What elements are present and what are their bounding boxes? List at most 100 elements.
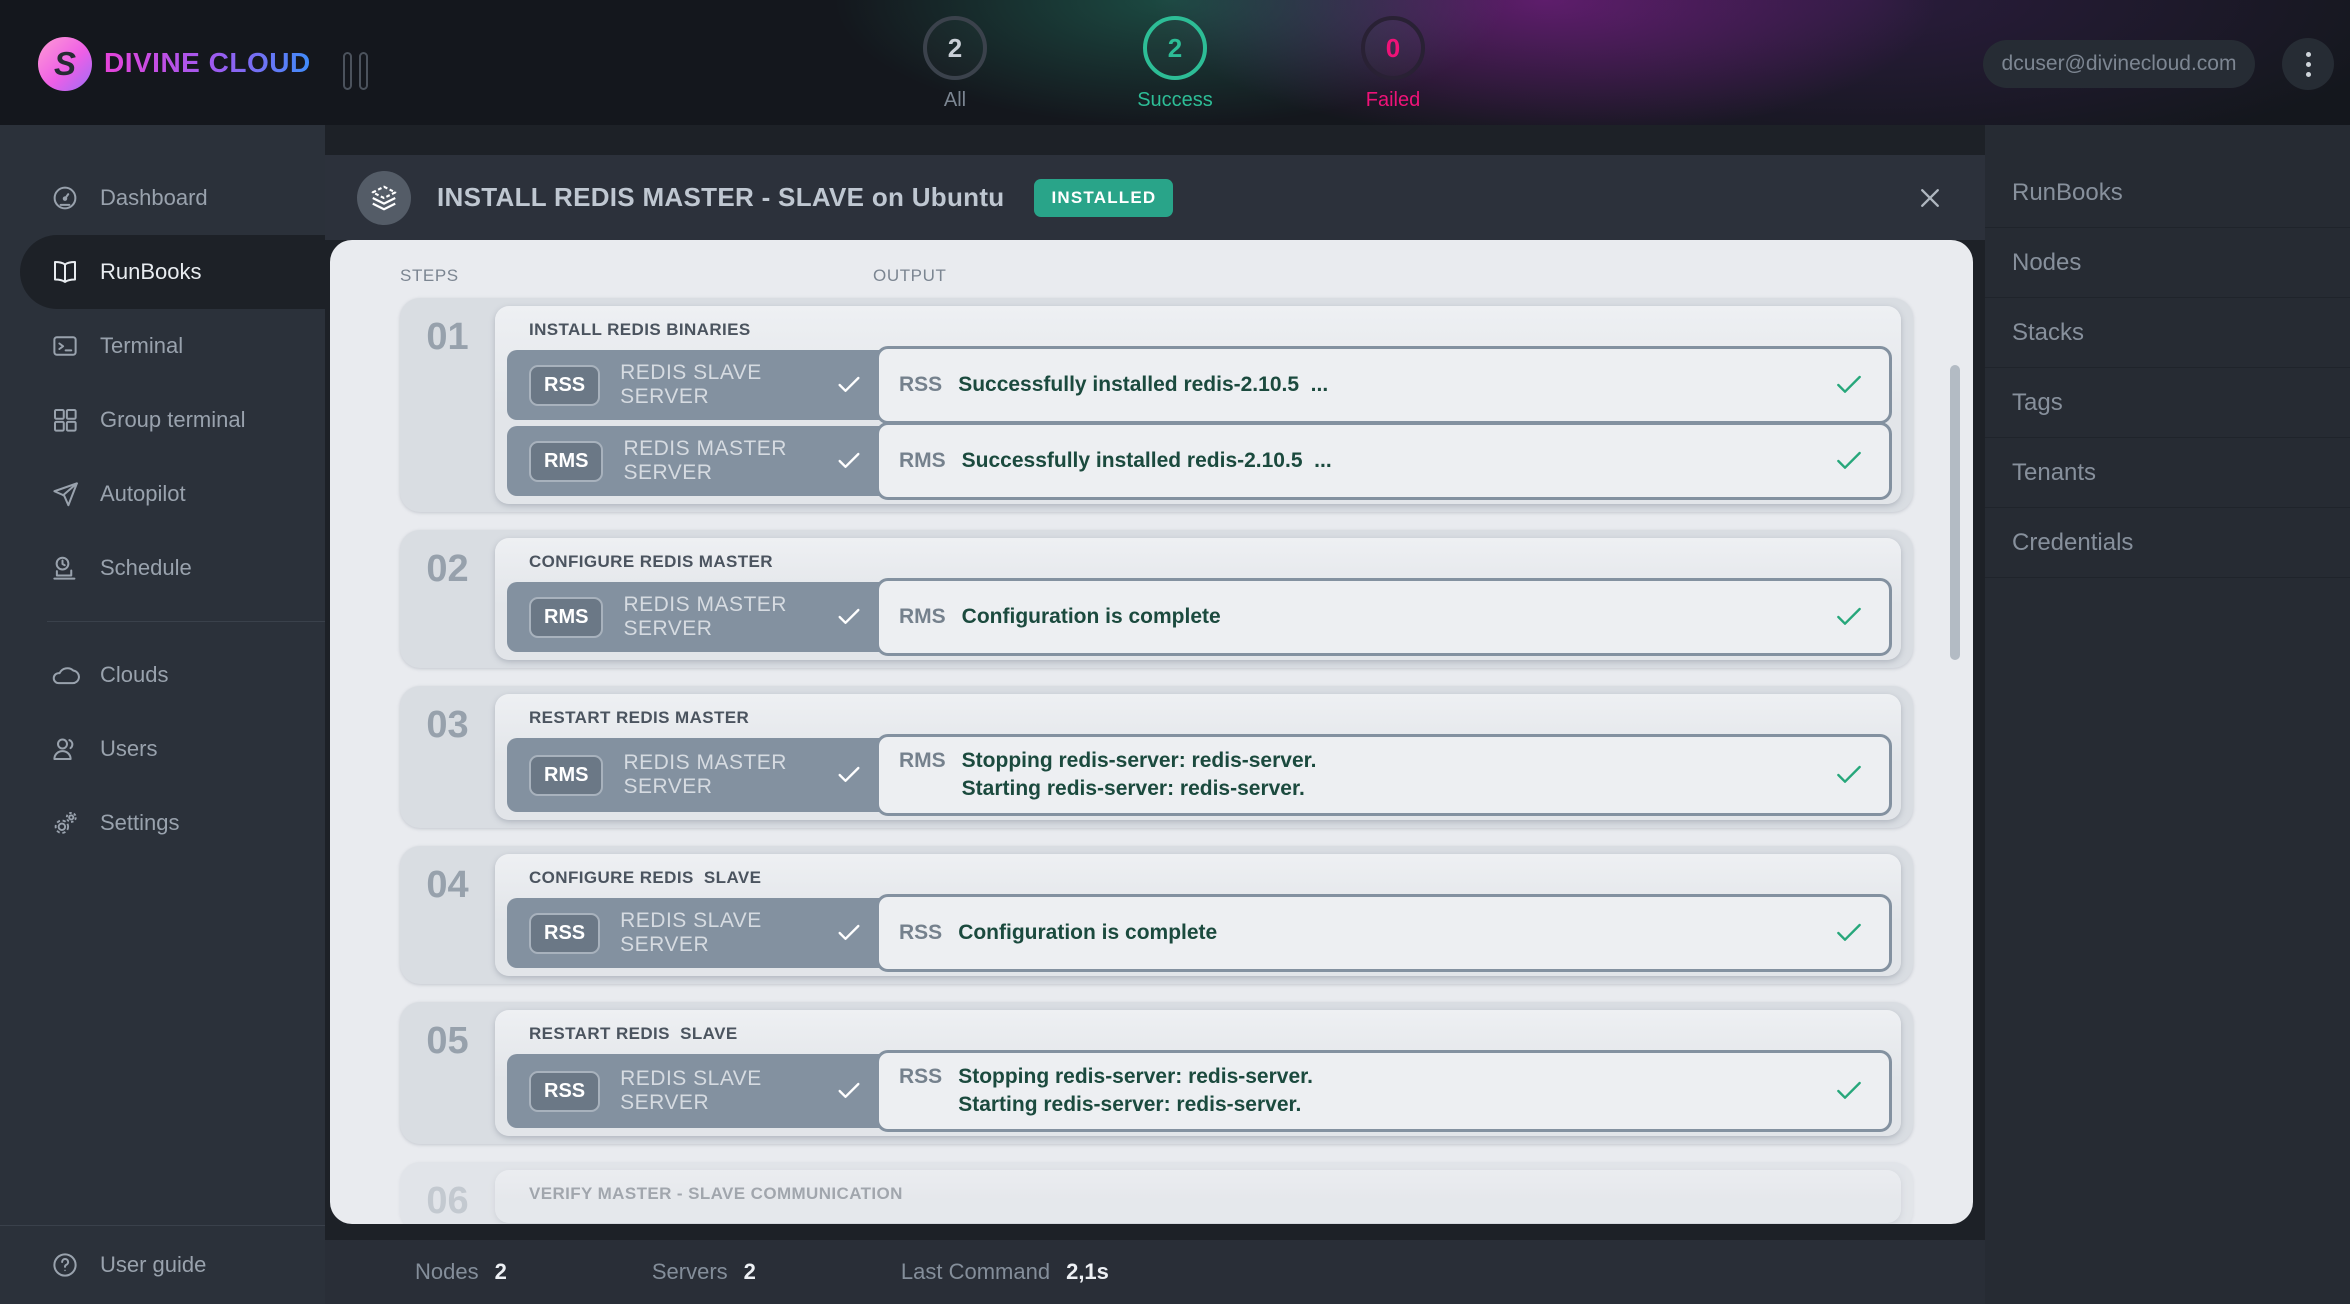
success-check-icon <box>1833 601 1865 633</box>
counter-success-label: Success <box>1110 89 1240 112</box>
output-box: RMS Successfully installed redis-2.10.5 … <box>876 422 1892 500</box>
right-sidebar: RunBooks Nodes Stacks Tags Tenants Crede… <box>1985 125 2350 1304</box>
scrollbar-thumb[interactable] <box>1950 365 1960 660</box>
sidebar-item-dashboard[interactable]: Dashboard <box>0 161 325 235</box>
output-message: Configuration is complete <box>962 603 1221 631</box>
step-number: 04 <box>400 854 495 976</box>
runbook-title: INSTALL REDIS MASTER - SLAVE on Ubuntu <box>437 182 1004 213</box>
right-sidebar-item-stacks[interactable]: Stacks <box>1985 298 2350 368</box>
step-number: 02 <box>400 538 495 660</box>
counter-failed[interactable]: 0 Failed <box>1328 16 1458 112</box>
counter-all[interactable]: 2 All <box>890 16 1020 112</box>
output-message: Configuration is complete <box>958 919 1217 947</box>
step-06: 06 VERIFY MASTER - SLAVE COMMUNICATION <box>400 1162 1913 1224</box>
right-sidebar-item-runbooks[interactable]: RunBooks <box>1985 158 2350 228</box>
terminal-icon <box>50 331 80 361</box>
server-chip: RSS REDIS SLAVE SERVER <box>507 350 879 420</box>
step-title: CONFIGURE REDIS MASTER <box>529 552 1889 572</box>
layers-stack-icon <box>357 171 411 225</box>
steps-column-header: STEPS <box>400 266 873 286</box>
sidebar-item-user-guide[interactable]: User guide <box>0 1226 325 1304</box>
right-sidebar-item-nodes[interactable]: Nodes <box>1985 228 2350 298</box>
sidebar-item-label: Clouds <box>100 662 168 688</box>
server-row[interactable]: RSS REDIS SLAVE SERVER RSS Configuration… <box>507 898 1889 968</box>
step-title: RESTART REDIS SLAVE <box>529 1024 1889 1044</box>
kebab-menu-icon <box>2306 62 2311 67</box>
status-badge: INSTALLED <box>1034 179 1173 217</box>
step-05: 05 RESTART REDIS SLAVE RSS REDIS SLAVE S… <box>400 1002 1913 1144</box>
server-name: REDIS SLAVE SERVER <box>620 1067 835 1115</box>
step-number: 06 <box>400 1170 495 1223</box>
sidebar-divider <box>47 621 325 622</box>
sidebar-item-schedule[interactable]: Schedule <box>0 531 325 605</box>
sidebar-item-label: Group terminal <box>100 407 246 433</box>
output-server-code: RSS <box>899 371 942 399</box>
sidebar-item-group-terminal[interactable]: Group terminal <box>0 383 325 457</box>
server-chip: RMS REDIS MASTER SERVER <box>507 426 879 496</box>
step-card: CONFIGURE REDIS SLAVE RSS REDIS SLAVE SE… <box>495 854 1901 976</box>
server-row[interactable]: RMS REDIS MASTER SERVER RMS Successfully… <box>507 426 1889 496</box>
stat-label: Servers <box>652 1259 728 1285</box>
stat-label: Nodes <box>415 1259 479 1285</box>
kebab-menu-icon <box>2306 72 2311 77</box>
server-name: REDIS MASTER SERVER <box>623 751 835 799</box>
kebab-menu-button[interactable] <box>2282 38 2334 90</box>
counter-success[interactable]: 2 Success <box>1110 16 1240 112</box>
output-server-code: RMS <box>899 447 946 475</box>
output-message: Stopping redis-server: redis-server. <box>962 747 1317 775</box>
step-03: 03 RESTART REDIS MASTER RMS REDIS MASTER… <box>400 686 1913 828</box>
sidebar-collapse-button[interactable] <box>343 52 368 90</box>
server-row[interactable]: RSS REDIS SLAVE SERVER RSS Successfully … <box>507 350 1889 420</box>
server-row[interactable]: RMS REDIS MASTER SERVER RMS Configuratio… <box>507 582 1889 652</box>
sidebar-item-label: Schedule <box>100 555 192 581</box>
server-code-badge: RMS <box>529 755 603 796</box>
close-button[interactable] <box>1917 185 1943 211</box>
right-sidebar-item-tags[interactable]: Tags <box>1985 368 2350 438</box>
counter-failed-label: Failed <box>1328 89 1458 112</box>
top-bar: S DIVINE CLOUD 2 All 2 Success 0 Failed … <box>0 0 2350 125</box>
user-email-pill[interactable]: dcuser@divinecloud.com <box>1983 40 2255 88</box>
grid-icon <box>50 405 80 435</box>
step-number: 03 <box>400 694 495 820</box>
stat-nodes: Nodes 2 <box>415 1259 507 1285</box>
gauge-icon <box>50 183 80 213</box>
counter-failed-value: 0 <box>1361 16 1425 80</box>
output-message: Stopping redis-server: redis-server. <box>958 1063 1313 1091</box>
step-card: RESTART REDIS MASTER RMS REDIS MASTER SE… <box>495 694 1901 820</box>
step-card: INSTALL REDIS BINARIES RSS REDIS SLAVE S… <box>495 306 1901 504</box>
sidebar-item-runbooks[interactable]: RunBooks <box>20 235 325 309</box>
users-icon <box>50 734 80 764</box>
sidebar-item-autopilot[interactable]: Autopilot <box>0 457 325 531</box>
server-chip: RSS REDIS SLAVE SERVER <box>507 898 879 968</box>
sidebar-item-settings[interactable]: Settings <box>0 786 325 860</box>
server-row[interactable]: RMS REDIS MASTER SERVER RMS Stopping red… <box>507 738 1889 812</box>
server-code-badge: RSS <box>529 1071 600 1112</box>
output-message: Successfully installed redis-2.10.5 ... <box>958 371 1328 399</box>
server-name: REDIS MASTER SERVER <box>623 593 835 641</box>
pause-icon <box>359 52 368 90</box>
sidebar-item-users[interactable]: Users <box>0 712 325 786</box>
stat-servers: Servers 2 <box>652 1259 756 1285</box>
checkmark-icon <box>835 603 863 631</box>
server-row[interactable]: RSS REDIS SLAVE SERVER RSS Stopping redi… <box>507 1054 1889 1128</box>
left-sidebar: Dashboard RunBooks Terminal Group termin… <box>0 125 325 1304</box>
sidebar-item-terminal[interactable]: Terminal <box>0 309 325 383</box>
stat-value: 2 <box>744 1259 756 1285</box>
right-sidebar-item-tenants[interactable]: Tenants <box>1985 438 2350 508</box>
server-chip: RMS REDIS MASTER SERVER <box>507 582 879 652</box>
success-check-icon <box>1833 445 1865 477</box>
checkmark-icon <box>835 371 863 399</box>
output-server-code: RMS <box>899 603 946 631</box>
sidebar-item-label: Settings <box>100 810 180 836</box>
success-check-icon <box>1833 369 1865 401</box>
success-check-icon <box>1833 1075 1865 1107</box>
right-sidebar-item-credentials[interactable]: Credentials <box>1985 508 2350 578</box>
stat-label: Last Command <box>901 1259 1050 1285</box>
step-title: VERIFY MASTER - SLAVE COMMUNICATION <box>529 1184 1889 1204</box>
server-chip: RMS REDIS MASTER SERVER <box>507 738 879 812</box>
sidebar-item-label: Autopilot <box>100 481 186 507</box>
sidebar-item-clouds[interactable]: Clouds <box>0 638 325 712</box>
output-box: RSS Successfully installed redis-2.10.5 … <box>876 346 1892 424</box>
output-box: RMS Configuration is complete <box>876 578 1892 656</box>
step-number: 05 <box>400 1010 495 1136</box>
